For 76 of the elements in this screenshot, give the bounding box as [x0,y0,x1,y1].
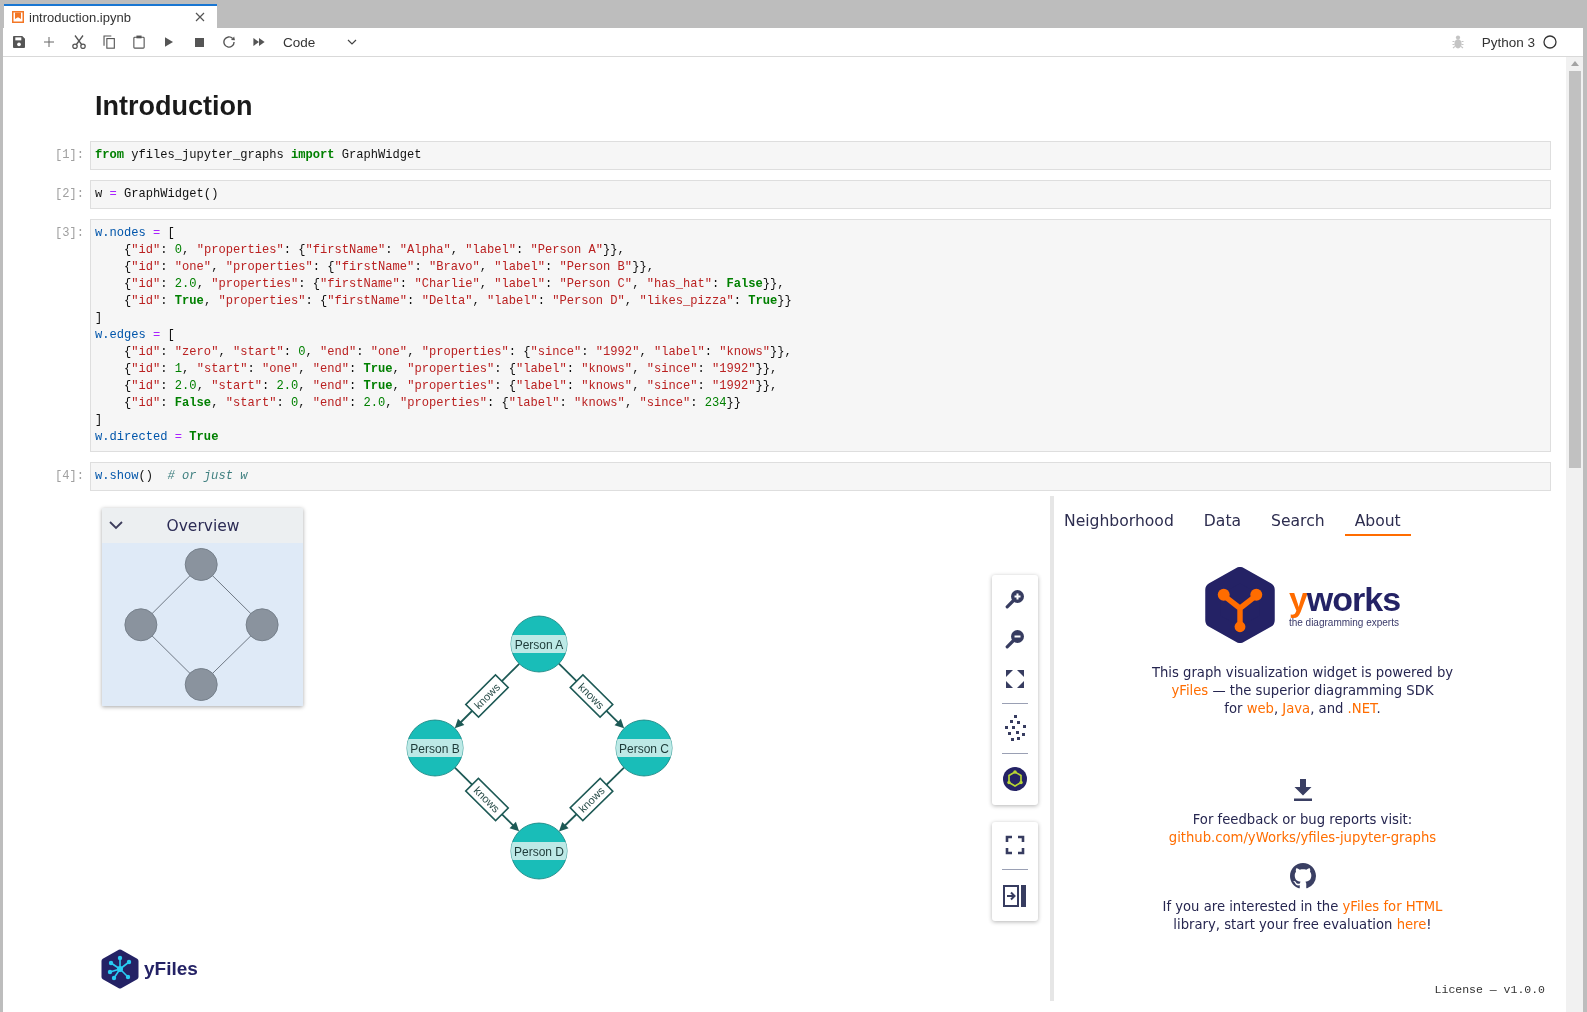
notebook-icon [12,11,24,23]
cell-type-dropdown[interactable]: Code [277,30,362,54]
code-line: ] [95,310,104,327]
cell-prompt: [2]: [53,186,85,203]
code-line: {"id": 1, "start": "one", "end": True, "properties": {"label": "knows", "since": "1992"}}, [123,361,779,378]
about-text: This graph visualization widget is powered by yFiles — the superior diagramming SDK for web, Java, and .NET. [1151,664,1454,718]
code-line: w.nodes = [ [95,225,176,242]
overview-title: Overview [165,516,241,535]
sidebar-toggle-icon[interactable] [1003,885,1027,907]
save-icon[interactable] [13,36,25,48]
code-line: {"id": False, "start": 0, "end": 2.0, "properties": {"label": "knows", "since": 234}} [123,395,743,412]
panel-tab[interactable]: Neighborhood [1054,508,1184,536]
run-icon[interactable] [165,37,173,47]
github-icon[interactable] [1289,863,1316,889]
graph-node[interactable]: Person D [510,822,568,880]
feedback-text: For feedback or bug reports visit: github.com/yWorks/yfiles-jupyter-graphs [1168,811,1437,847]
panel-tab[interactable]: About [1344,508,1411,536]
code-cell[interactable]: w.show() # or just w [90,462,1551,491]
brand-name: yFiles [144,958,198,980]
code-line: from yfiles_jupyter_graphs import GraphWidget [95,147,423,164]
logo-icon [1204,567,1275,643]
overview-node [245,608,279,642]
clipboard-icon[interactable] [133,35,145,49]
kernel-name[interactable]: Python 3 [1481,34,1535,50]
zoom-in-icon[interactable] [1005,589,1025,609]
code-line: {"id": 2.0, "properties": {"firstName": "Charlie", "label": "Person C", "has_hat": False}}, [123,276,786,293]
wordmark: yworks [1288,581,1401,617]
close-icon[interactable] [195,12,205,22]
code-line: ] [95,412,104,429]
chevron-icon[interactable] [109,521,123,530]
document-tab[interactable]: introduction.ipynb [4,4,217,28]
code-line: {"id": 2.0, "start": 2.0, "end": True, "properties": {"label": "knows", "since": "1992"}}, [123,378,779,395]
code-cell[interactable]: from yfiles_jupyter_graphs import GraphWidget [90,141,1551,170]
scrollbar[interactable] [1566,57,1583,1012]
add-icon[interactable] [44,37,54,47]
overview-map[interactable] [102,543,303,706]
code-cell[interactable]: w = GraphWidget() [90,180,1551,209]
copy-icon[interactable] [103,35,115,49]
code-line: w = GraphWidget() [95,186,220,203]
tagline: the diagramming experts [1288,617,1400,629]
notebook-heading: Introduction [95,90,254,123]
evaluation-text: If you are interested in the yFiles for HTML library, start your free evaluation here! [1162,898,1443,934]
overview-node [184,668,218,702]
code-line: {"id": True, "properties": {"firstName": "Delta", "label": "Person D", "likes_pizza": True}} [123,293,793,310]
fullscreen-icon[interactable] [1005,835,1025,855]
code-line: w.directed = True [95,429,220,446]
restart-icon[interactable] [223,36,235,48]
layout-icon[interactable] [1003,715,1027,741]
download-icon [1292,779,1313,801]
cell-prompt: [4]: [53,468,85,485]
code-line: {"id": "one", "properties": {"firstName": "Bravo", "label": "Person B"}}, [123,259,655,276]
fast-forward-icon[interactable] [253,38,265,46]
overview-header[interactable]: Overview [102,508,303,543]
overview-node [124,608,158,642]
logo-icon [101,949,139,989]
cell-prompt: [1]: [53,147,85,164]
code-line: {"id": "zero", "start": 0, "end": "one", "properties": {"since": "1992", "label": "knows"}}, [123,344,793,361]
code-cell[interactable] [90,219,1551,452]
license-text[interactable]: License — v1.0.0 [1434,982,1545,998]
graph-node[interactable]: Person C [615,719,673,777]
scrollbar-thumb[interactable] [1568,71,1581,468]
fit-icon[interactable] [1005,669,1025,689]
stop-icon[interactable] [194,37,204,47]
zoom-out-icon[interactable] [1005,629,1025,649]
graph-node[interactable]: Person A [510,615,568,673]
code-line: {"id": 0, "properties": {"firstName": "Alpha", "label": "Person A"}}, [123,242,626,259]
hexagon-dots-icon[interactable] [1003,767,1027,791]
code-line: w.show() # or just w [95,468,249,485]
panel-tab[interactable]: Search [1261,508,1335,536]
panel-tab[interactable]: Data [1193,508,1252,536]
graph-node[interactable]: Person B [406,719,464,777]
scissors-icon[interactable] [72,35,86,49]
overview-node [184,547,218,581]
code-line: w.edges = [ [95,327,176,344]
caret-icon [347,39,357,45]
cell-prompt: [3]: [53,225,85,242]
